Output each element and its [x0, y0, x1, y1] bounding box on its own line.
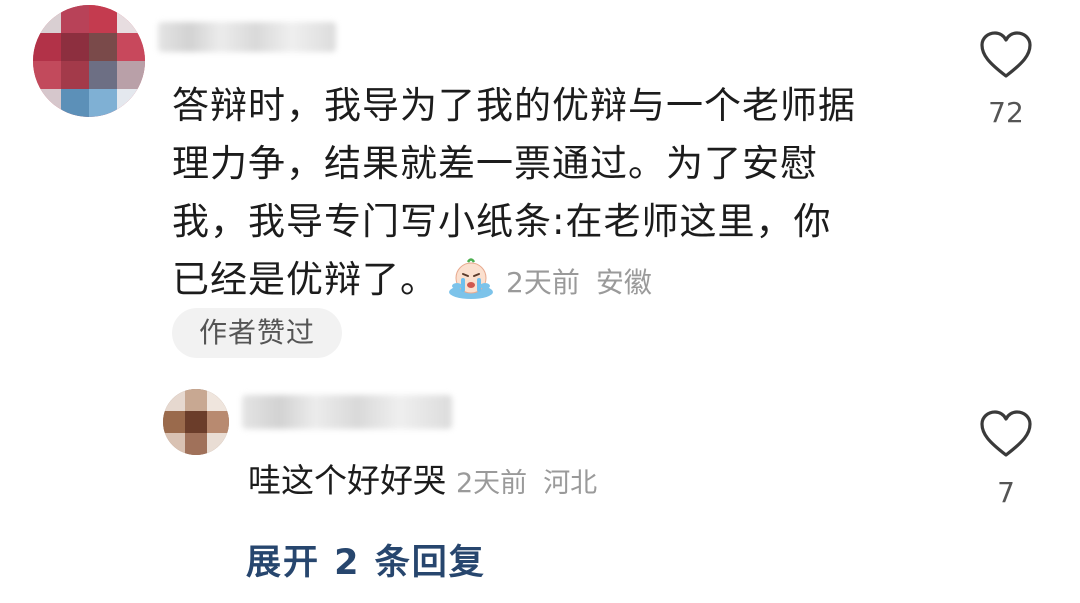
comment-line-last: 已经是优辩了。 2天前 安徽 — [172, 251, 942, 312]
reply-time: 2天前 — [456, 468, 528, 499]
commenter-avatar[interactable] — [33, 5, 145, 117]
reply-avatar[interactable] — [163, 389, 229, 455]
reply-text: 哇这个好好哭 — [248, 461, 446, 500]
comment-line: 已经是优辩了。 — [172, 258, 438, 301]
crying-face-emoji — [449, 258, 493, 299]
comment-location: 安徽 — [595, 266, 652, 299]
comment-body: 答辩时，我导为了我的优辩与一个老师据 理力争，结果就差一票通过。为了安慰 我，我… — [172, 77, 942, 312]
comment-line: 答辩时，我导为了我的优辩与一个老师据 — [172, 84, 856, 127]
reply-body: 哇这个好好哭 2天前 河北 — [248, 458, 597, 507]
comment-like-count: 72 — [988, 96, 1024, 129]
reply-like-count: 7 — [997, 476, 1015, 509]
comment-line: 理力争，结果就差一票通过。为了安慰 — [172, 142, 818, 185]
heart-outline-icon[interactable] — [979, 30, 1033, 80]
reply-author-name-redacted[interactable] — [242, 395, 452, 429]
commenter-name-redacted[interactable] — [158, 22, 336, 52]
reply-location: 河北 — [543, 468, 598, 499]
heart-outline-icon[interactable] — [979, 409, 1033, 459]
author-liked-badge: 作者赞过 — [172, 308, 342, 358]
expand-replies-link[interactable]: 展开 2 条回复 — [246, 534, 486, 585]
comment-time: 2天前 — [506, 266, 580, 299]
comment-line: 我，我导专门写小纸条:在老师这里，你 — [172, 200, 832, 243]
